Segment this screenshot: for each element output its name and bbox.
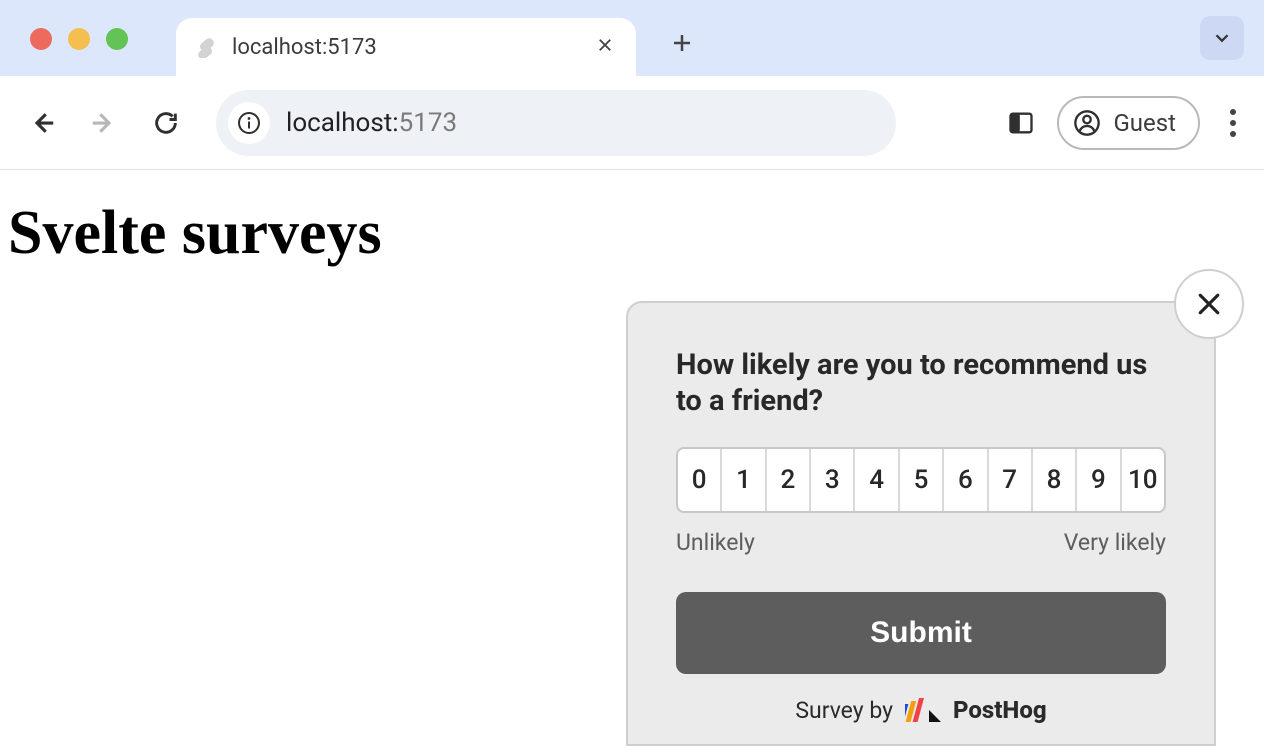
profile-label: Guest [1113,109,1176,137]
survey-popup: How likely are you to recommend us to a … [626,301,1216,746]
rating-option-4[interactable]: 4 [855,449,899,511]
window-close-button[interactable] [30,28,52,50]
svelte-favicon-icon [194,35,218,59]
rating-option-7[interactable]: 7 [989,449,1033,511]
rating-option-9[interactable]: 9 [1077,449,1121,511]
page-content: Svelte surveys [0,170,1264,297]
posthog-logo-icon [905,698,945,722]
site-info-icon[interactable] [228,102,270,144]
window-maximize-button[interactable] [106,28,128,50]
browser-tab-strip: localhost:5173 [0,0,1264,76]
address-port: 5173 [399,108,457,138]
rating-high-label: Very likely [1064,529,1166,556]
address-host: localhost: [286,108,399,138]
profile-button[interactable]: Guest [1057,96,1200,150]
rating-scale: 0 1 2 3 4 5 6 7 8 9 10 [676,447,1166,513]
submit-button[interactable]: Submit [676,592,1166,674]
rating-option-6[interactable]: 6 [944,449,988,511]
rating-option-10[interactable]: 10 [1122,449,1164,511]
back-button[interactable] [20,101,64,145]
window-minimize-button[interactable] [68,28,90,50]
rating-option-8[interactable]: 8 [1033,449,1077,511]
address-bar[interactable]: localhost:5173 [216,90,896,156]
rating-low-label: Unlikely [676,529,755,556]
side-panel-icon[interactable] [1007,109,1035,137]
rating-option-0[interactable]: 0 [678,449,722,511]
rating-option-2[interactable]: 2 [767,449,811,511]
tabs-dropdown-button[interactable] [1200,16,1244,60]
rating-labels: Unlikely Very likely [676,529,1166,556]
tab-title: localhost:5173 [232,35,592,60]
survey-footer-prefix: Survey by [795,697,893,724]
survey-footer: Survey by PostHog [676,696,1166,724]
new-tab-button[interactable] [660,24,704,67]
reload-button[interactable] [144,101,188,145]
address-text: localhost:5173 [286,108,457,138]
page-heading: Svelte surveys [8,198,1256,269]
posthog-logo[interactable]: PostHog [905,696,1047,724]
tab-close-button[interactable] [592,31,618,64]
forward-button[interactable] [82,101,126,145]
browser-toolbar: localhost:5173 Guest [0,76,1264,170]
rating-option-1[interactable]: 1 [722,449,766,511]
survey-question: How likely are you to recommend us to a … [676,347,1166,420]
toolbar-right: Guest [1007,96,1244,150]
window-controls [30,28,128,50]
rating-option-3[interactable]: 3 [811,449,855,511]
posthog-brand-name: PostHog [953,696,1047,724]
browser-tab[interactable]: localhost:5173 [176,18,636,76]
survey-close-button[interactable] [1174,269,1244,339]
rating-option-5[interactable]: 5 [900,449,944,511]
browser-menu-button[interactable] [1222,101,1244,145]
